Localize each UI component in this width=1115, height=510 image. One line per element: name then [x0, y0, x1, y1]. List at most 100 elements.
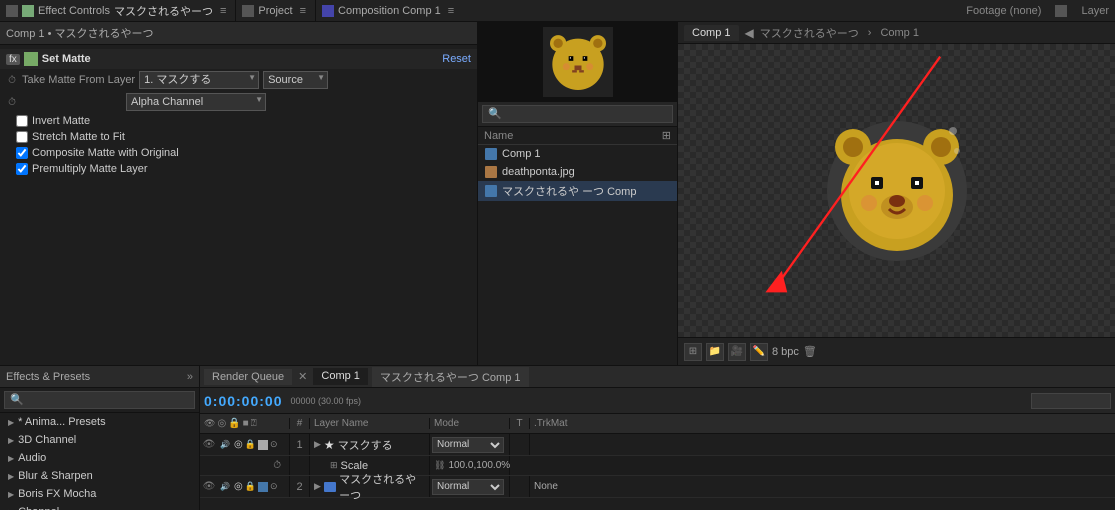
composition-panel: Comp 1 ◀ マスクされるやーつ › Comp 1	[678, 22, 1115, 365]
tl-header-icons: 👁 ◎ 🔒 ■ ⍰	[200, 418, 290, 429]
stretch-matte-checkbox[interactable]	[16, 131, 28, 143]
composition-menu-icon[interactable]: ≡	[445, 5, 457, 17]
effects-search-input[interactable]	[4, 391, 195, 409]
effect-controls-layer-name: マスクされるやーつ	[114, 3, 213, 19]
project-search-input[interactable]	[482, 105, 673, 123]
stretch-matte-row: Stretch Matte to Fit	[0, 129, 477, 145]
layer2-name-text: マスクされるやーつ	[339, 471, 425, 503]
take-matte-label: Take Matte From Layer	[22, 74, 135, 86]
effects-item-2[interactable]: ▶ Audio	[0, 449, 199, 467]
effects-search-bar	[0, 388, 199, 413]
layer2-audio-icon[interactable]: 🔊	[218, 480, 232, 494]
take-matte-source-select-wrapper: Source	[263, 71, 328, 89]
column-manage-icon[interactable]: ⊞	[662, 129, 671, 142]
tl-eye-header-icon: 👁	[204, 418, 215, 429]
effects-item-1[interactable]: ▶ 3D Channel	[0, 431, 199, 449]
composition-toolbar: ⊞ 📁 🎥 ✏️ 8 bpc 🗑	[678, 337, 1115, 365]
layer1-motion-blur-icon[interactable]: ⊙	[270, 439, 278, 450]
layer1-mode-select[interactable]: Normal	[432, 437, 504, 453]
bottom-section: Effects & Presets » ▶ * Anima... Presets…	[0, 365, 1115, 510]
timeline-search-input[interactable]	[1031, 393, 1111, 409]
effects-item-4[interactable]: ▶ Boris FX Mocha	[0, 485, 199, 503]
take-matte-layer-select[interactable]: 1. マスクする	[139, 71, 259, 89]
layer1-expand-icon[interactable]: ▶	[314, 439, 321, 450]
project-panel: Name ⊞ Comp 1 deathponta.jpg マスクされるや ー	[478, 22, 678, 365]
comp-icon-comp1	[485, 148, 497, 160]
project-file-maskcomp[interactable]: マスクされるや ーつ Comp	[478, 181, 677, 201]
use-for-matte-stopwatch[interactable]: ⏱	[6, 96, 18, 108]
project-menu-icon[interactable]: ≡	[297, 5, 309, 17]
sublayer-mode: ⛓ 100.0,100.0%	[430, 456, 510, 475]
layer1-audio-icon[interactable]: 🔊	[218, 438, 232, 452]
project-files-list: Comp 1 deathponta.jpg マスクされるや ーつ Comp	[478, 145, 677, 365]
main-content: Comp 1 • マスクされるやーつ fx Set Matte Reset ⏱ …	[0, 22, 1115, 365]
effects-item-3-label: Blur & Sharpen	[18, 470, 93, 482]
tab-comp1[interactable]: Comp 1	[313, 368, 368, 385]
premultiply-matte-checkbox[interactable]	[16, 163, 28, 175]
tab-render-queue[interactable]: Render Queue	[204, 369, 292, 385]
stretch-matte-label: Stretch Matte to Fit	[32, 131, 125, 143]
composition-header-section: Composition Comp 1 ≡ Footage (none) Laye…	[316, 0, 1115, 21]
panel-type-icon	[22, 5, 34, 17]
layer1-visibility-icon[interactable]: 👁	[202, 438, 216, 452]
layer1-lock-icon[interactable]: 🔒	[245, 439, 256, 450]
timeline-sublayer-scale: ⏱ ⊞ Scale ⛓ 100.0,100.0%	[200, 456, 1115, 476]
effects-item-5[interactable]: ▶ Channel	[0, 503, 199, 510]
composite-matte-checkbox[interactable]	[16, 147, 28, 159]
bear-thumbnail	[543, 27, 613, 97]
reset-button[interactable]: Reset	[442, 53, 471, 65]
effect-controls-header-section: Effect Controls マスクされるやーつ ≡	[0, 0, 236, 21]
comp1-tab[interactable]: Comp 1	[684, 25, 739, 41]
tab-maskcomp[interactable]: マスクされるやーつ Comp 1	[372, 367, 529, 387]
layer2-expand-icon[interactable]: ▶	[314, 481, 321, 492]
effects-expand-icon[interactable]: »	[187, 371, 193, 383]
timecode-display: 0:00:00:00	[204, 393, 283, 409]
project-preview-area	[478, 22, 677, 102]
tl-solo-header-icon: ◎	[217, 418, 226, 429]
toolbar-icon-4[interactable]: ✏️	[750, 343, 768, 361]
layer2-lock-icon[interactable]: 🔒	[245, 481, 256, 492]
layer2-motion-blur-icon[interactable]: ⊙	[270, 481, 278, 492]
tl-header-mode: Mode	[430, 418, 510, 429]
layer2-mode-select[interactable]: Normal	[432, 479, 504, 495]
fx-badge: fx	[6, 54, 20, 65]
effects-item-1-triangle: ▶	[8, 436, 14, 445]
tl-label-header-icon: ■	[243, 418, 249, 429]
timeline-controls-bar: 0:00:00:00 00000 (30.00 fps)	[200, 388, 1115, 414]
layer2-solo-icon[interactable]: ◎	[234, 481, 243, 492]
composition-tab-bar: Comp 1 ◀ マスクされるやーつ › Comp 1	[678, 22, 1115, 44]
layer1-t-cell	[510, 434, 530, 455]
tab-close-render[interactable]: ✕	[298, 370, 307, 383]
layer1-solo-icon[interactable]: ◎	[234, 439, 243, 450]
effects-item-0-triangle: ▶	[8, 418, 14, 427]
breadcrumb-prev: ◀	[745, 26, 754, 40]
effects-item-2-label: Audio	[18, 452, 46, 464]
take-matte-source-select[interactable]: Source	[263, 71, 328, 89]
toolbar-icon-2[interactable]: 📁	[706, 343, 724, 361]
layer2-visibility-icon[interactable]: 👁	[202, 480, 216, 494]
use-for-matte-select[interactable]: Alpha Channel	[126, 93, 266, 111]
project-header-section: Project ≡	[236, 0, 316, 21]
layer1-number: 1	[290, 434, 310, 455]
use-for-matte-row: ⏱ Alpha Channel	[0, 91, 477, 113]
layer1-mode-cell: Normal	[430, 434, 510, 455]
layer2-name-cell: ▶ マスクされるやーつ	[310, 476, 430, 497]
layer2-icons: 👁 🔊 ◎ 🔒 ⊙	[200, 476, 290, 497]
tl-header-trkmat: .TrkMat	[530, 418, 590, 429]
project-file-deathponta[interactable]: deathponta.jpg	[478, 163, 677, 181]
project-file-comp1[interactable]: Comp 1	[478, 145, 677, 163]
toolbar-icon-1[interactable]: ⊞	[684, 343, 702, 361]
take-matte-row: ⏱ Take Matte From Layer 1. マスクする Source	[0, 69, 477, 91]
timeline-body: 👁 ◎ 🔒 ■ ⍰ # Layer Name Mode T .TrkMat 👁 …	[200, 414, 1115, 510]
trash-icon[interactable]: 🗑	[803, 345, 817, 358]
effect-controls-menu-icon[interactable]: ≡	[217, 5, 229, 17]
scale-stopwatch-icon[interactable]: ⏱	[273, 460, 281, 471]
bpc-badge: 8 bpc	[772, 346, 799, 358]
toolbar-icon-3[interactable]: 🎥	[728, 343, 746, 361]
take-matte-stopwatch[interactable]: ⏱	[6, 74, 18, 86]
effects-item-0[interactable]: ▶ * Anima... Presets	[0, 413, 199, 431]
invert-matte-checkbox[interactable]	[16, 115, 28, 127]
effects-item-3[interactable]: ▶ Blur & Sharpen	[0, 467, 199, 485]
effects-item-4-triangle: ▶	[8, 490, 14, 499]
effects-item-2-triangle: ▶	[8, 454, 14, 463]
